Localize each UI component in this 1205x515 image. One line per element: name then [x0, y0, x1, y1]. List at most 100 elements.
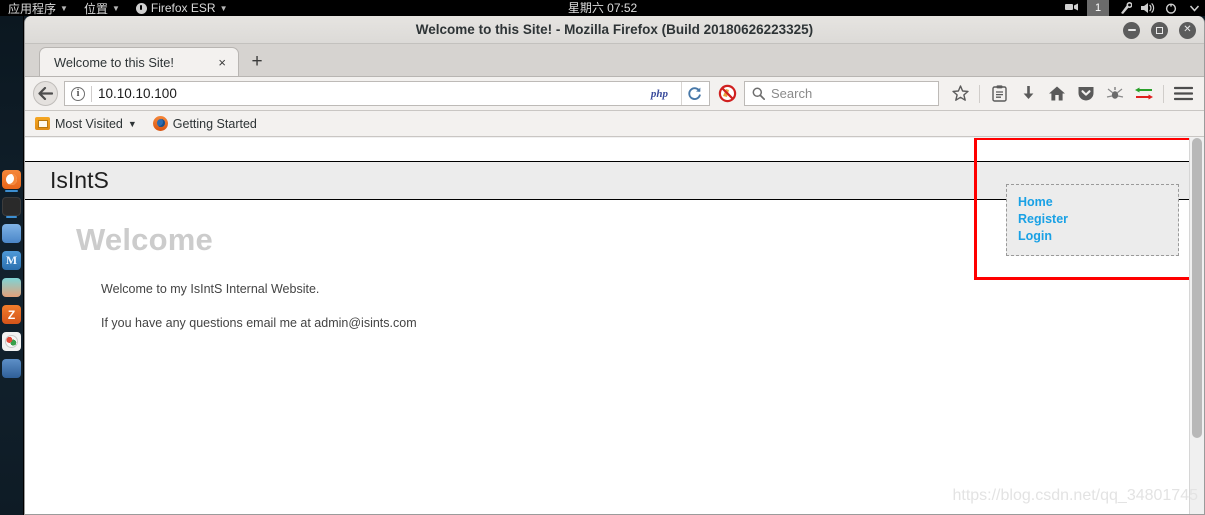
downloads-button[interactable] [1015, 81, 1041, 107]
scrollbar-thumb[interactable] [1192, 138, 1202, 438]
chevron-down-icon: ▼ [60, 3, 68, 13]
search-icon [752, 87, 765, 100]
volume-icon[interactable] [1141, 1, 1155, 15]
firefox-icon [152, 116, 168, 131]
window-title: Welcome to this Site! - Mozilla Firefox … [415, 22, 814, 37]
tab-label: Welcome to this Site! [54, 54, 174, 70]
maximize-icon [1156, 26, 1163, 34]
url-input[interactable]: 10.10.10.100 [98, 86, 638, 101]
proxy-arrows-icon [1135, 87, 1153, 100]
downloads-icon [1023, 86, 1033, 99]
pocket-button[interactable] [1073, 81, 1099, 107]
noscript-button[interactable] [716, 83, 738, 105]
bookmark-getting-started[interactable]: Getting Started [152, 116, 257, 131]
panel-places-label: 位置 [83, 1, 108, 16]
close-icon: ✕ [1183, 24, 1192, 35]
bookmark-most-visited[interactable]: Most Visited ▼ [35, 117, 137, 131]
dock-item-metasploit[interactable]: M [2, 251, 21, 270]
hackbar-icon [1106, 87, 1124, 99]
panel-active-app[interactable]: Firefox ESR ▼ [128, 0, 236, 16]
close-button[interactable]: ✕ [1179, 21, 1196, 39]
minimize-icon [1127, 29, 1136, 31]
power-icon[interactable] [1164, 1, 1178, 15]
chevron-down-icon: ▼ [219, 3, 228, 13]
dock-item-terminal[interactable] [2, 197, 21, 218]
panel-tray: 1 [1064, 0, 1201, 16]
chevron-down-icon: ▼ [127, 118, 137, 129]
bookmark-label: Getting Started [172, 116, 257, 131]
network-icon[interactable] [1118, 1, 1132, 15]
search-input[interactable]: Search [744, 81, 939, 106]
bookmark-star-button[interactable] [947, 81, 973, 107]
divider [91, 85, 92, 102]
panel-applications-menu[interactable]: 应用程序 ▼ [0, 0, 76, 16]
close-icon[interactable]: × [214, 55, 230, 70]
search-placeholder: Search [771, 86, 813, 101]
nav-link-register[interactable]: Register [1018, 211, 1178, 228]
most-visited-folder-icon [35, 117, 50, 130]
firefox-icon [135, 2, 147, 14]
new-tab-button[interactable]: + [245, 50, 269, 72]
noscript-icon [718, 84, 736, 103]
page-content: Welcome Welcome to my IsIntS Internal We… [25, 138, 1196, 330]
reload-icon [688, 87, 701, 100]
back-button[interactable] [33, 81, 58, 106]
dock-item-armitage[interactable] [2, 278, 21, 297]
dock-item-firefox[interactable] [2, 170, 21, 192]
tab-strip: Welcome to this Site! × + [25, 44, 1204, 77]
library-icon [991, 85, 1007, 102]
page-paragraph-2: If you have any questions email me at ad… [101, 316, 417, 330]
screen: 应用程序 ▼ 位置 ▼ Firefox ESR ▼ 星期六 07:52 1 M … [0, 0, 1205, 515]
dock-item-files[interactable] [2, 224, 21, 243]
site-nav-box: Home Register Login [1006, 184, 1179, 256]
back-arrow-icon [38, 87, 53, 100]
page-paragraph-1: Welcome to my IsIntS Internal Website. [101, 282, 320, 296]
maximize-button[interactable] [1151, 21, 1168, 39]
site-title: IsIntS [50, 167, 109, 193]
proxy-toggle-button[interactable] [1131, 81, 1157, 107]
url-bar[interactable]: i 10.10.10.100 php [64, 81, 710, 106]
minimize-button[interactable] [1123, 21, 1140, 39]
divider [979, 84, 980, 103]
star-icon [951, 85, 969, 101]
nav-link-home[interactable]: Home [1018, 194, 1178, 211]
php-indicator: php [650, 87, 668, 100]
desktop-top-panel: 应用程序 ▼ 位置 ▼ Firefox ESR ▼ 星期六 07:52 1 [0, 0, 1205, 16]
site-info-icon[interactable]: i [71, 86, 85, 101]
navigation-toolbar: i 10.10.10.100 php Search [25, 77, 1204, 111]
home-icon [1049, 86, 1065, 101]
page-top-spacer [25, 138, 1189, 162]
hackbar-button[interactable] [1102, 81, 1128, 107]
library-button[interactable] [986, 81, 1012, 107]
window-titlebar: Welcome to this Site! - Mozilla Firefox … [25, 16, 1204, 44]
nav-link-login[interactable]: Login [1018, 228, 1178, 245]
page-viewport: IsIntS Welcome Welcome to my IsIntS Inte… [25, 138, 1204, 514]
divider [1163, 84, 1164, 103]
display-icon[interactable] [1064, 1, 1078, 15]
panel-applications-label: 应用程序 [8, 1, 57, 16]
chevron-down-icon[interactable] [1187, 1, 1201, 15]
home-button[interactable] [1044, 81, 1070, 107]
reload-button[interactable] [681, 82, 707, 105]
web-page: IsIntS Welcome Welcome to my IsIntS Inte… [25, 138, 1196, 514]
vertical-scrollbar[interactable] [1189, 138, 1204, 514]
chevron-down-icon: ▼ [111, 3, 120, 13]
workspace-indicator[interactable]: 1 [1087, 0, 1109, 16]
firefox-window: Welcome to this Site! - Mozilla Firefox … [24, 16, 1205, 515]
window-controls: ✕ [1123, 16, 1196, 44]
dock-item-burpsuite[interactable] [2, 332, 21, 351]
hamburger-menu-icon [1173, 86, 1193, 101]
dock-item-zenmap[interactable]: Z [2, 305, 21, 324]
bookmark-label: Most Visited [55, 116, 123, 131]
dock-item-zenmap-label: Z [7, 307, 16, 322]
dock-item-blue-app[interactable] [2, 359, 21, 378]
bookmarks-toolbar: Most Visited ▼ Getting Started [25, 111, 1204, 137]
toolbar-icons [947, 81, 1196, 107]
pocket-icon [1078, 87, 1094, 101]
desktop-dock: M Z [0, 16, 24, 515]
panel-places-menu[interactable]: 位置 ▼ [76, 0, 128, 16]
tab-welcome[interactable]: Welcome to this Site! × [39, 47, 239, 76]
panel-active-app-label: Firefox ESR [150, 1, 216, 15]
hamburger-menu-button[interactable] [1170, 81, 1196, 107]
palette-icon [5, 335, 18, 348]
